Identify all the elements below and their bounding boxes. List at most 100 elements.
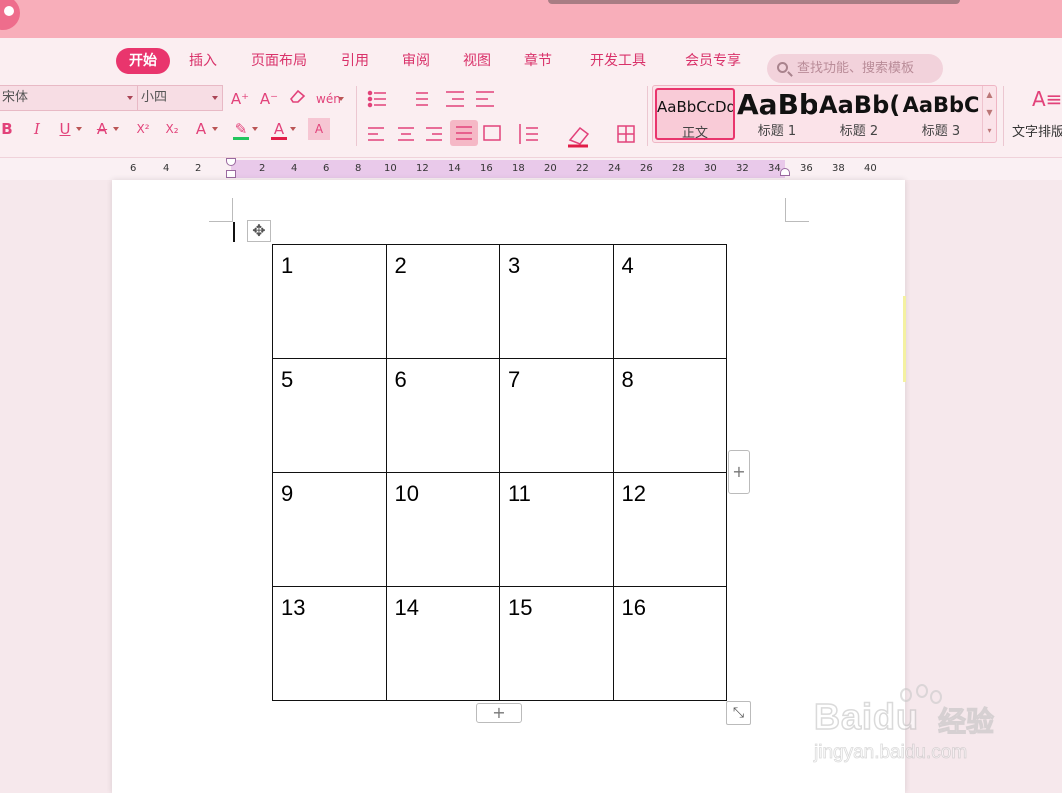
document-page[interactable]: ✥ 1 2 3 4 5 6 7 8 9 10 11 12 13 14 15 16…	[112, 180, 905, 793]
ruler-tick: 14	[448, 163, 461, 174]
ruler-tick: 2	[195, 163, 202, 174]
clear-format-button[interactable]	[287, 88, 309, 110]
style-label: 标题 1	[757, 124, 797, 139]
ruler-tick: 18	[512, 163, 525, 174]
table-cell[interactable]: 8	[612, 358, 727, 473]
ribbon-tabs: 开始 插入 页面布局 引用 审阅 视图 章节 开发工具 会员专享 查找功能、搜索…	[0, 46, 1062, 83]
tab-review[interactable]: 审阅	[393, 48, 439, 74]
font-color-button[interactable]: A	[268, 118, 296, 140]
tab-section[interactable]: 章节	[515, 48, 561, 74]
table-cell[interactable]: 7	[499, 358, 614, 473]
table-cell[interactable]: 10	[385, 472, 500, 587]
search-input[interactable]: 查找功能、搜索模板	[767, 54, 943, 83]
add-column-button[interactable]: +	[728, 450, 750, 494]
ruler-tick: 8	[355, 163, 362, 174]
table-cell[interactable]: 16	[612, 586, 727, 701]
watermark-brand: Baidu	[813, 695, 920, 738]
table-cell[interactable]: 6	[385, 358, 500, 473]
ribbon-separator	[647, 86, 648, 146]
table-cell[interactable]: 2	[385, 244, 500, 359]
shrink-font-button[interactable]: A⁻	[258, 88, 280, 110]
app-logo-icon[interactable]	[0, 0, 20, 30]
style-label: 标题 2	[839, 124, 879, 139]
ruler-tick: 40	[864, 163, 877, 174]
right-indent-marker[interactable]	[780, 168, 790, 176]
table-cell[interactable]: 15	[499, 586, 614, 701]
bold-button[interactable]: B	[0, 118, 18, 140]
ruler-tick: 2	[259, 163, 266, 174]
font-size-select[interactable]: 小四	[137, 85, 223, 111]
table[interactable]: 1 2 3 4 5 6 7 8 9 10 11 12 13 14 15 16	[272, 244, 727, 701]
table-cell[interactable]: 12	[612, 472, 727, 587]
tab-member[interactable]: 会员专享	[677, 48, 749, 74]
style-heading-1[interactable]: AaBb 标题 1	[737, 88, 817, 140]
ribbon: 开始 插入 页面布局 引用 审阅 视图 章节 开发工具 会员专享 查找功能、搜索…	[0, 38, 1062, 158]
tab-insert[interactable]: 插入	[180, 48, 226, 74]
ribbon-separator	[1003, 86, 1004, 146]
tab-view[interactable]: 视图	[454, 48, 500, 74]
ruler-tick: 12	[416, 163, 429, 174]
style-preview: AaBbCcDd	[657, 98, 733, 116]
font-name-select[interactable]: 宋体	[0, 85, 138, 111]
watermark-url: jingyan.baidu.com	[814, 742, 968, 764]
left-indent-marker[interactable]	[226, 170, 236, 178]
revision-mark	[903, 296, 906, 382]
title-bar	[0, 0, 1062, 38]
style-heading-2[interactable]: AaBb( 标题 2	[819, 88, 899, 140]
ruler-tick: 6	[323, 163, 330, 174]
ruler-tick: 6	[130, 163, 137, 174]
highlight-color-swatch	[233, 137, 249, 140]
table-move-handle[interactable]: ✥	[247, 220, 271, 242]
tab-home[interactable]: 开始	[116, 48, 170, 74]
highlighter-icon: ✎	[234, 120, 248, 138]
table-cell[interactable]: 14	[385, 586, 500, 701]
ruler-tick: 24	[608, 163, 621, 174]
pinyin-guide-button[interactable]: wén	[316, 88, 344, 110]
char-shading-button[interactable]: A	[308, 118, 330, 140]
table-cell[interactable]: 13	[272, 586, 387, 701]
table-cell[interactable]: 5	[272, 358, 387, 473]
horizontal-ruler[interactable]: 6 4 2 2 4 6 8 10 12 14 16 18 20 22 24 26…	[0, 158, 1062, 180]
ruler-tick: 4	[163, 163, 170, 174]
table-cell[interactable]: 4	[612, 244, 727, 359]
table-cell[interactable]: 9	[272, 472, 387, 587]
tab-references[interactable]: 引用	[332, 48, 378, 74]
font-color-label: A	[273, 120, 285, 138]
grow-font-button[interactable]: A⁺	[229, 88, 251, 110]
style-label: 正文	[681, 126, 708, 140]
text-layout-icon: A≡	[1032, 87, 1062, 111]
subscript-button[interactable]: X₂	[161, 118, 183, 140]
style-label: 标题 3	[921, 124, 961, 139]
superscript-button[interactable]: X²	[132, 118, 154, 140]
ruler-tick: 30	[704, 163, 717, 174]
highlight-button[interactable]: ✎	[230, 118, 258, 140]
styles-scrollbar[interactable]: ▲ ▼ ▾	[982, 86, 996, 142]
table-cell[interactable]: 11	[499, 472, 614, 587]
style-heading-3[interactable]: AaBbC 标题 3	[901, 88, 981, 140]
ruler-tick: 36	[800, 163, 813, 174]
font-size-value: 小四	[141, 90, 168, 105]
tab-page-layout[interactable]: 页面布局	[244, 48, 314, 74]
underline-button[interactable]: U	[54, 118, 82, 140]
table-resize-handle[interactable]: ⤡	[726, 701, 751, 725]
ruler-tick: 32	[736, 163, 749, 174]
strikethrough-label: A	[96, 120, 108, 138]
text-cursor	[233, 222, 235, 242]
text-effect-button[interactable]: A	[190, 118, 218, 140]
search-placeholder: 查找功能、搜索模板	[797, 61, 915, 76]
ruler-tick: 20	[544, 163, 557, 174]
italic-button[interactable]: I	[26, 118, 48, 140]
plus-icon: +	[492, 703, 506, 722]
baidu-jingyan-watermark: Baidu 经验 jingyan.baidu.com	[812, 680, 1052, 780]
style-normal[interactable]: AaBbCcDd 正文	[655, 88, 735, 140]
text-layout-button[interactable]: A≡ 文字排版	[1012, 85, 1062, 143]
margin-corner-mark	[209, 198, 233, 222]
ribbon-separator	[356, 86, 357, 146]
ruler-tick: 22	[576, 163, 589, 174]
table-cell[interactable]: 1	[272, 244, 387, 359]
tab-developer[interactable]: 开发工具	[582, 48, 654, 74]
table-cell[interactable]: 3	[499, 244, 614, 359]
add-row-button[interactable]: +	[476, 703, 522, 723]
strikethrough-button[interactable]: A	[91, 118, 119, 140]
ruler-text-area	[231, 160, 785, 178]
